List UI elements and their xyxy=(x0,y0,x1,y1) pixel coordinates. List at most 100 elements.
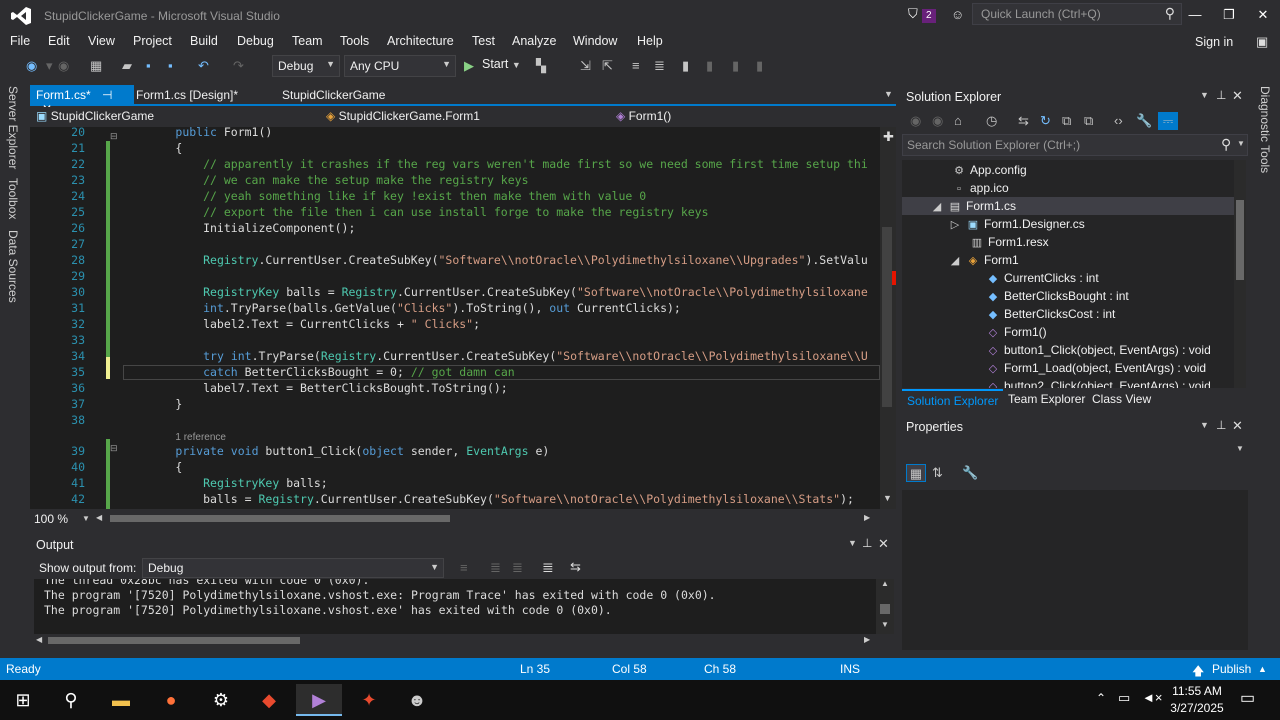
tab-team-explorer[interactable]: Team Explorer xyxy=(1008,392,1085,406)
output-horizontal-scrollbar[interactable]: ◀ ▶ xyxy=(34,634,876,648)
pin-icon[interactable]: ⊣ xyxy=(102,88,112,102)
find-message-icon[interactable]: ≡ xyxy=(460,560,468,575)
toolbox-tab[interactable]: Toolbox xyxy=(6,178,20,219)
collapse-all-icon[interactable]: ⧉ xyxy=(1062,112,1071,130)
close-panel-icon[interactable]: ✕ xyxy=(878,536,889,552)
member-dropdown[interactable]: ◈ Form1() xyxy=(612,108,882,126)
tree-item-app-config[interactable]: ⚙ App.config xyxy=(952,161,1027,179)
properties-wrench-icon[interactable]: 🔧 xyxy=(1136,112,1152,130)
codelens-reference[interactable]: 1 reference xyxy=(120,429,226,443)
scroll-left-icon[interactable]: ◀ xyxy=(96,513,102,522)
clock-time[interactable]: 11:55 AM xyxy=(1168,684,1226,698)
tree-item-app-ico[interactable]: ▫ app.ico xyxy=(952,179,1009,197)
view-code-icon[interactable]: ‹› xyxy=(1114,112,1123,130)
tab-form1-cs[interactable]: Form1.cs* ⊣ ✕ xyxy=(30,85,134,116)
publish-menu-icon[interactable]: ▲ xyxy=(1258,664,1267,674)
tree-item-member[interactable]: ◆ BetterClicksBought : int xyxy=(986,287,1129,305)
property-pages-icon[interactable]: 🔧 xyxy=(962,464,978,482)
editor-collapse-icon[interactable]: ⊟ xyxy=(110,131,118,142)
tree-item-member[interactable]: ◆ CurrentClicks : int xyxy=(986,269,1099,287)
scroll-down-icon[interactable]: ▼ xyxy=(883,493,892,503)
alphabetical-icon[interactable]: ⇅ xyxy=(932,464,943,482)
zoom-level[interactable]: 100 % xyxy=(34,512,68,526)
next-message-icon[interactable]: ≣ xyxy=(512,560,523,576)
firefox-icon[interactable]: ● xyxy=(148,684,194,716)
menu-edit[interactable]: Edit xyxy=(48,34,70,48)
output-vertical-scrollbar[interactable]: ▲ ▼ xyxy=(876,579,894,634)
visual-studio-icon[interactable]: ▶ xyxy=(296,684,342,716)
redo-icon[interactable]: ↷ xyxy=(233,57,244,75)
tab-solution-explorer[interactable]: Solution Explorer xyxy=(902,389,1004,409)
expand-arrow-icon[interactable]: ◢ xyxy=(930,198,944,216)
search-icon[interactable]: ⚲ xyxy=(48,684,94,716)
pin-icon[interactable]: ⊥ xyxy=(1216,418,1226,432)
menu-project[interactable]: Project xyxy=(133,34,172,48)
server-explorer-tab[interactable]: Server Explorer xyxy=(6,86,20,169)
tree-item-form1-resx[interactable]: ▥ Form1.resx xyxy=(970,233,1049,251)
editor-collapse-icon[interactable]: ⊟ xyxy=(110,443,118,454)
volume-muted-icon[interactable]: ◄× xyxy=(1142,690,1162,705)
dropdown-arrow-icon[interactable]: ▾ xyxy=(46,57,53,75)
menu-tools[interactable]: Tools xyxy=(340,34,369,48)
scroll-right-icon[interactable]: ▶ xyxy=(864,635,870,644)
close-window-button[interactable]: ✕ xyxy=(1248,4,1278,26)
settings-gear-icon[interactable]: ⚙ xyxy=(198,684,244,716)
expand-arrow-icon[interactable]: ◢ xyxy=(948,252,962,270)
sign-in-link[interactable]: Sign in xyxy=(1195,35,1233,49)
back-icon[interactable]: ◉ xyxy=(910,112,921,130)
tree-item-form1-cs[interactable]: ◢ ▤ Form1.cs xyxy=(902,197,1246,215)
home-icon[interactable]: ⌂ xyxy=(954,112,962,130)
open-file-icon[interactable]: ▰ xyxy=(122,57,132,75)
tree-item-member[interactable]: ◇ button2_Click(object, EventArgs) : void xyxy=(986,377,1211,388)
code-editor[interactable]: 20 21 22 23 24 25 26 27 28 29 30 31 32 33 34 35 36 37 38 39… xyxy=(30,127,880,509)
step-into-icon[interactable]: ⇲ xyxy=(580,57,591,75)
uncomment-lines-icon[interactable]: ≣ xyxy=(654,57,665,75)
menu-architecture[interactable]: Architecture xyxy=(387,34,454,48)
account-icon[interactable]: ▣ xyxy=(1256,34,1268,50)
menu-analyze[interactable]: Analyze xyxy=(512,34,556,48)
categorized-icon[interactable]: ▦ xyxy=(906,464,926,482)
tree-item-member[interactable]: ◇ button1_Click(object, EventArgs) : void xyxy=(986,341,1211,359)
scroll-thumb[interactable] xyxy=(882,227,892,407)
word-wrap-icon[interactable]: ⇆ xyxy=(570,559,581,575)
pin-icon[interactable]: ⊥ xyxy=(862,536,872,550)
windows-start-icon[interactable]: ⊞ xyxy=(0,684,46,716)
panel-options-icon[interactable]: ▼ xyxy=(1200,90,1209,100)
menu-file[interactable]: File xyxy=(10,34,30,48)
menu-window[interactable]: Window xyxy=(573,34,617,48)
class-dropdown[interactable]: ◈ StupidClickerGame.Form1 xyxy=(322,108,606,126)
bookmark-icon[interactable]: ▮ xyxy=(682,57,689,75)
refresh-icon[interactable]: ↻ xyxy=(1040,112,1051,130)
clear-all-icon[interactable]: ≣ xyxy=(542,559,554,576)
scroll-thumb[interactable] xyxy=(1236,200,1244,280)
network-icon[interactable]: ▭ xyxy=(1118,690,1130,706)
menu-view[interactable]: View xyxy=(88,34,115,48)
restore-button[interactable]: ❐ xyxy=(1214,4,1244,26)
close-panel-icon[interactable]: ✕ xyxy=(1232,418,1243,434)
clear-bookmarks-icon[interactable]: ▮ xyxy=(756,57,763,75)
scroll-down-icon[interactable]: ▼ xyxy=(881,620,889,629)
brave-browser-icon[interactable]: ◆ xyxy=(246,684,292,716)
visual-studio-logo-icon[interactable] xyxy=(10,6,32,26)
solution-configuration-select[interactable]: Debug ▼ xyxy=(272,55,340,77)
menu-debug[interactable]: Debug xyxy=(237,34,274,48)
sync-icon[interactable]: ⇆ xyxy=(1018,112,1029,130)
data-sources-tab[interactable]: Data Sources xyxy=(6,230,20,303)
gimp-icon[interactable]: ☻ xyxy=(394,684,440,716)
comment-lines-icon[interactable]: ≡ xyxy=(632,57,640,75)
tree-item-form1-designer[interactable]: ▷ ▣ Form1.Designer.cs xyxy=(948,215,1085,233)
tab-overflow-icon[interactable]: ▼ xyxy=(884,89,893,99)
save-icon[interactable]: ▪ xyxy=(146,57,151,75)
step-over-icon[interactable]: ⇱ xyxy=(602,57,613,75)
prev-bookmark-icon[interactable]: ▮ xyxy=(706,57,713,75)
zoom-dropdown-icon[interactable]: ▼ xyxy=(82,514,90,523)
project-dropdown[interactable]: ▣ StupidClickerGame xyxy=(32,108,318,126)
minimize-button[interactable]: — xyxy=(1180,4,1210,26)
clock-date[interactable]: 3/27/2025 xyxy=(1166,701,1228,715)
scroll-up-icon[interactable]: ▲ xyxy=(881,579,889,588)
collapsed-arrow-icon[interactable]: ▷ xyxy=(948,216,962,234)
forward-icon[interactable]: ◉ xyxy=(932,112,943,130)
menu-test[interactable]: Test xyxy=(472,34,495,48)
scroll-left-icon[interactable]: ◀ xyxy=(36,635,42,644)
panel-options-icon[interactable]: ▼ xyxy=(1200,420,1209,430)
